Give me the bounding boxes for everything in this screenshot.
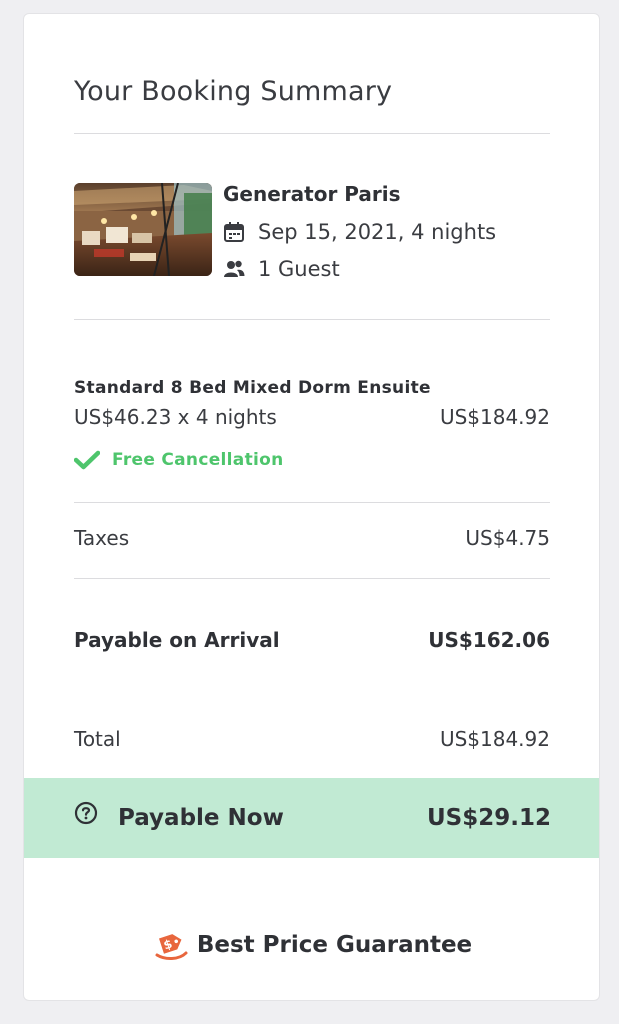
people-icon	[223, 258, 245, 280]
taxes-label: Taxes	[74, 526, 130, 550]
hotel-name[interactable]: Generator Paris	[223, 182, 401, 206]
hotel-thumbnail[interactable]	[74, 183, 212, 276]
total-value: US$184.92	[439, 727, 550, 751]
divider	[74, 319, 550, 320]
question-circle-icon[interactable]	[74, 801, 98, 831]
payable-on-arrival-value: US$162.06	[428, 628, 550, 652]
stay-dates: Sep 15, 2021, 4 nights	[258, 220, 497, 244]
room-rate-line: US$46.23 x 4 nights	[74, 405, 277, 429]
hotel-photo	[74, 183, 212, 276]
divider	[74, 133, 550, 134]
best-price-guarantee[interactable]: $ Best Price Guarantee	[24, 929, 599, 961]
taxes-row: Taxes US$4.75	[74, 526, 550, 550]
total-label: Total	[74, 727, 121, 751]
page-title: Your Booking Summary	[74, 76, 393, 107]
booking-summary-card: Your Booking Summary Generator Paris Sep…	[23, 13, 600, 1001]
payable-now-label: Payable Now	[118, 805, 284, 831]
free-cancellation: Free Cancellation	[74, 450, 284, 470]
guests-row: 1 Guest	[223, 257, 340, 281]
room-rate-row: US$46.23 x 4 nights US$184.92	[74, 405, 550, 429]
payable-now-left: Payable Now	[74, 778, 284, 858]
free-cancellation-label: Free Cancellation	[112, 450, 284, 470]
payable-on-arrival-row: Payable on Arrival US$162.06	[74, 628, 550, 652]
guest-count: 1 Guest	[258, 257, 340, 281]
payable-on-arrival-label: Payable on Arrival	[74, 628, 280, 652]
payable-now-bar: Payable Now US$29.12	[24, 778, 599, 858]
divider	[74, 502, 550, 503]
room-name: Standard 8 Bed Mixed Dorm Ensuite	[74, 378, 431, 398]
price-tag-icon: $	[155, 934, 188, 960]
taxes-value: US$4.75	[465, 526, 550, 550]
checkmark-icon	[74, 450, 100, 470]
room-rate-total: US$184.92	[439, 405, 550, 429]
divider	[74, 578, 550, 579]
best-price-guarantee-label: Best Price Guarantee	[196, 932, 473, 958]
stay-dates-row: Sep 15, 2021, 4 nights	[223, 220, 496, 244]
payable-now-value: US$29.12	[427, 805, 551, 831]
total-row: Total US$184.92	[74, 727, 550, 751]
calendar-icon	[223, 221, 245, 243]
